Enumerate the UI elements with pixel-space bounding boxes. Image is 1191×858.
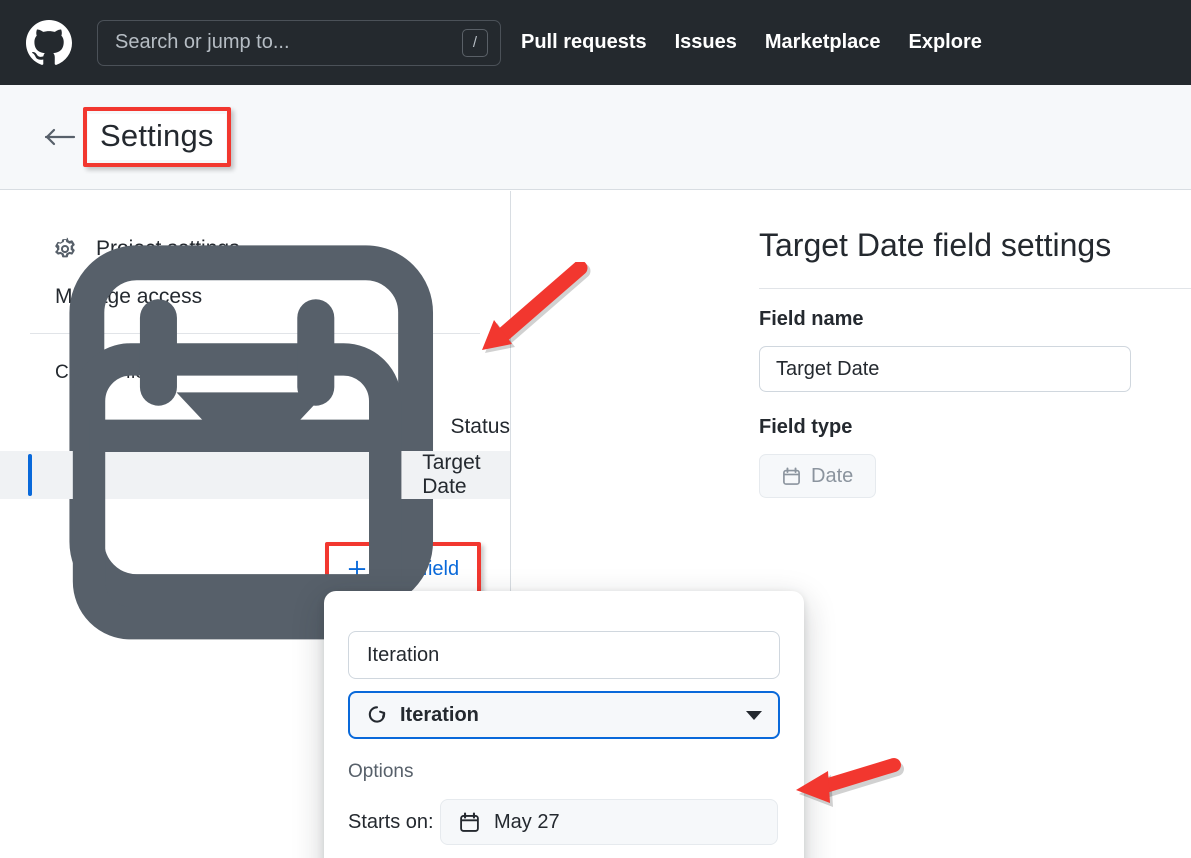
- search-placeholder: Search or jump to...: [115, 31, 290, 53]
- sidebar-item-target-date[interactable]: Target Date: [0, 299, 510, 640]
- app-root: Search or jump to... / Pull requests Iss…: [0, 0, 1191, 858]
- new-field-name-input[interactable]: Iteration: [348, 631, 780, 679]
- settings-header-bar: Settings: [0, 85, 1191, 190]
- nav-marketplace[interactable]: Marketplace: [765, 31, 881, 54]
- starts-on-date-picker[interactable]: May 27: [440, 799, 778, 845]
- sidebar-item-label: Status: [450, 415, 510, 438]
- dialog-body: Iteration Iteration Options Starts on: M…: [324, 591, 804, 858]
- starts-on-row: Starts on: May 27: [348, 799, 780, 845]
- search-input[interactable]: Search or jump to... /: [97, 19, 501, 66]
- calendar-icon: [783, 466, 800, 485]
- field-type-label: Field type: [759, 416, 853, 438]
- search-shortcut-badge: /: [462, 28, 488, 57]
- arrow-left-icon[interactable]: [44, 125, 78, 149]
- nav-issues[interactable]: Issues: [675, 31, 737, 54]
- starts-on-label: Starts on:: [348, 810, 434, 833]
- field-name-label: Field name: [759, 308, 864, 330]
- new-field-type-value: Iteration: [400, 703, 479, 726]
- starts-on-value: May 27: [494, 810, 560, 833]
- field-type-value: Date: [811, 464, 854, 487]
- options-label: Options: [348, 761, 414, 782]
- field-name-input[interactable]: Target Date: [759, 346, 1131, 392]
- iteration-icon: [368, 706, 386, 723]
- field-settings-title: Target Date field settings: [759, 227, 1112, 263]
- nav-pull-requests[interactable]: Pull requests: [521, 31, 647, 54]
- new-field-type-select[interactable]: Iteration: [348, 691, 780, 739]
- field-name-value: Target Date: [776, 357, 880, 380]
- new-field-dialog: Iteration Iteration Options Starts on: M…: [324, 591, 804, 858]
- global-header: Search or jump to... / Pull requests Iss…: [0, 0, 1191, 85]
- settings-content: Project settings Manage access Custom fi…: [0, 191, 1191, 858]
- global-nav: Pull requests Issues Marketplace Explore: [521, 31, 982, 54]
- chevron-down-icon: [746, 710, 762, 720]
- field-type-value-chip: Date: [759, 454, 877, 498]
- panel-divider: [759, 288, 1191, 289]
- sidebar-item-label: Target Date: [422, 451, 481, 498]
- page-title: Settings: [88, 114, 226, 160]
- calendar-icon: [460, 812, 479, 832]
- new-field-name-value: Iteration: [367, 643, 440, 666]
- github-mark-icon[interactable]: [26, 19, 72, 66]
- nav-explore[interactable]: Explore: [909, 31, 982, 54]
